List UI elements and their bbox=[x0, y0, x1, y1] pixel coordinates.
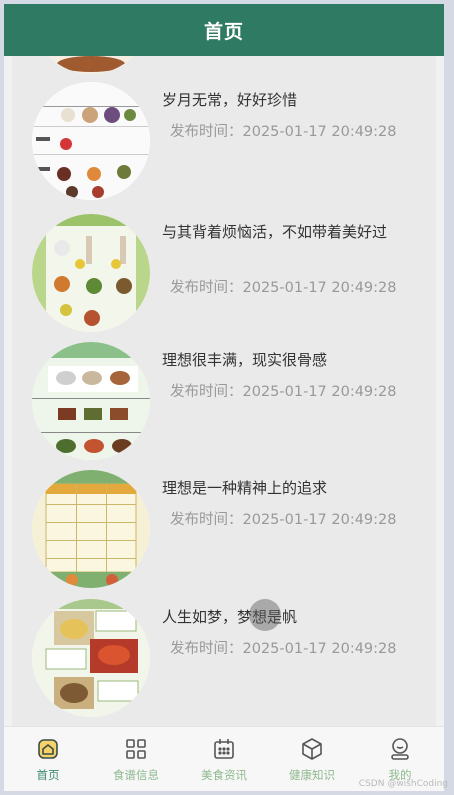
list-item[interactable]: 与其背着烦恼活，不如带着美好过 发布时间：2025-01-17 20:49:28 bbox=[12, 214, 436, 334]
list-item[interactable]: 理想很丰满，现实很骨感 发布时间：2025-01-17 20:49:28 bbox=[12, 342, 436, 462]
tab-label: 食谱信息 bbox=[113, 768, 159, 782]
tab-home[interactable]: 首页 bbox=[4, 727, 92, 791]
user-icon bbox=[391, 738, 409, 760]
list-item[interactable]: 理想是一种精神上的追求 发布时间：2025-01-17 20:49:28 bbox=[12, 470, 436, 590]
tab-recipes[interactable]: 食谱信息 bbox=[92, 727, 180, 791]
tab-food-news[interactable]: 美食资讯 bbox=[180, 727, 268, 791]
tab-label: 美食资讯 bbox=[201, 768, 247, 782]
list-item[interactable]: 岁月无常，好好珍惜 发布时间：2025-01-17 20:49:28 bbox=[12, 82, 436, 202]
app-frame: 首页 岁月无常，好好珍惜 发布时间：2025-01-17 20:49:28 与其… bbox=[4, 4, 444, 791]
item-publish-time: 发布时间：2025-01-17 20:49:28 bbox=[170, 512, 397, 528]
tab-label: 健康知识 bbox=[289, 768, 335, 782]
item-title: 人生如梦，梦想是帆 bbox=[162, 608, 298, 626]
item-thumbnail-partial[interactable] bbox=[32, 56, 150, 74]
grid-icon bbox=[126, 739, 146, 759]
item-publish-time: 发布时间：2025-01-17 20:49:28 bbox=[170, 124, 397, 140]
item-publish-time: 发布时间：2025-01-17 20:49:28 bbox=[170, 280, 397, 296]
page-title: 首页 bbox=[203, 20, 244, 43]
item-title: 岁月无常，好好珍惜 bbox=[162, 91, 298, 109]
page-header: 首页 bbox=[4, 4, 444, 56]
calendar-icon bbox=[214, 739, 234, 759]
tab-label: 首页 bbox=[36, 768, 60, 782]
item-thumbnail bbox=[32, 470, 150, 588]
item-thumbnail bbox=[32, 599, 150, 717]
item-title: 理想很丰满，现实很骨感 bbox=[162, 351, 328, 369]
home-icon bbox=[38, 739, 58, 759]
item-publish-time: 发布时间：2025-01-17 20:49:28 bbox=[170, 384, 397, 400]
item-publish-time: 发布时间：2025-01-17 20:49:28 bbox=[170, 641, 397, 657]
item-thumbnail bbox=[32, 82, 150, 200]
item-thumbnail bbox=[32, 214, 150, 332]
list-item[interactable]: 人生如梦，梦想是帆 发布时间：2025-01-17 20:49:28 bbox=[12, 599, 436, 719]
tab-health[interactable]: 健康知识 bbox=[268, 727, 356, 791]
cube-icon bbox=[302, 738, 322, 760]
list-panel: 岁月无常，好好珍惜 发布时间：2025-01-17 20:49:28 与其背着烦… bbox=[12, 56, 436, 726]
item-thumbnail bbox=[32, 342, 150, 460]
item-title: 理想是一种精神上的追求 bbox=[162, 479, 328, 497]
watermark-text: CSDN @wishCoding bbox=[358, 779, 448, 789]
touch-indicator bbox=[249, 599, 281, 631]
item-title: 与其背着烦恼活，不如带着美好过 bbox=[162, 223, 388, 241]
news-list[interactable]: 岁月无常，好好珍惜 发布时间：2025-01-17 20:49:28 与其背着烦… bbox=[4, 56, 444, 726]
